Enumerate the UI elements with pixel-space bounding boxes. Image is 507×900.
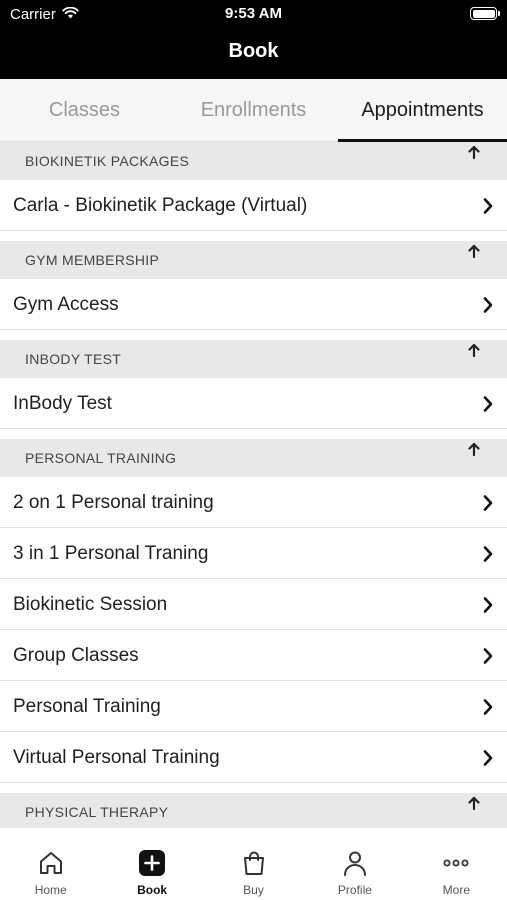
profile-icon <box>340 848 370 878</box>
list-item-label: InBody Test <box>13 393 112 414</box>
chevron-right-icon <box>483 648 493 664</box>
page-title: Book <box>228 40 279 62</box>
list-item[interactable]: Personal Training <box>0 681 507 732</box>
section-header-personal-training[interactable]: PERSONAL TRAINING <box>0 439 507 477</box>
section-header-physical-therapy[interactable]: PHYSICAL THERAPY <box>0 793 507 827</box>
tabbar-item-home[interactable]: Home <box>0 828 101 900</box>
tab-classes[interactable]: Classes <box>0 79 169 141</box>
collapse-arrow-icon[interactable] <box>465 440 483 458</box>
list-item-label: 3 in 1 Personal Traning <box>13 543 209 564</box>
list-item-label: Carla - Biokinetik Package (Virtual) <box>13 195 308 216</box>
section-title: BIOKINETIK PACKAGES <box>25 153 190 169</box>
tab-label: Appointments <box>361 98 484 121</box>
home-icon <box>36 848 66 878</box>
list-item[interactable]: Biokinetic Session <box>0 579 507 630</box>
list-item[interactable]: Gym Access <box>0 279 507 330</box>
tabbar-label: Home <box>34 883 67 897</box>
collapse-arrow-icon[interactable] <box>465 242 483 260</box>
chevron-right-icon <box>483 597 493 613</box>
tab-label: Enrollments <box>200 98 307 121</box>
section-title: INBODY TEST <box>25 351 122 367</box>
list-item-label: Virtual Personal Training <box>13 747 220 768</box>
list-item[interactable]: 3 in 1 Personal Traning <box>0 528 507 579</box>
section-title: PHYSICAL THERAPY <box>25 804 169 820</box>
chevron-right-icon <box>483 495 493 511</box>
bottom-tab-bar: Home Book Buy Profile More <box>0 827 507 900</box>
section-header-inbody-test[interactable]: INBODY TEST <box>0 340 507 378</box>
tabbar-item-book[interactable]: Book <box>101 828 202 900</box>
section-title: PERSONAL TRAINING <box>25 450 177 466</box>
status-time: 9:53 AM <box>225 5 282 22</box>
list-item-label: Gym Access <box>13 294 119 315</box>
collapse-arrow-icon[interactable] <box>465 341 483 359</box>
tabbar-label: Buy <box>243 883 264 897</box>
battery-icon <box>470 7 500 20</box>
list-item-label: Group Classes <box>13 645 139 666</box>
book-plus-icon <box>137 848 167 878</box>
chevron-right-icon <box>483 750 493 766</box>
status-bar: Carrier 9:53 AM <box>0 0 507 28</box>
chevron-right-icon <box>483 699 493 715</box>
list-item[interactable]: InBody Test <box>0 378 507 429</box>
list-item[interactable]: Carla - Biokinetik Package (Virtual) <box>0 180 507 231</box>
section-header-gym-membership[interactable]: GYM MEMBERSHIP <box>0 241 507 279</box>
booking-tabs: Classes Enrollments Appointments <box>0 79 507 142</box>
shopping-bag-icon <box>239 848 269 878</box>
collapse-arrow-icon[interactable] <box>465 143 483 161</box>
list-item[interactable]: Group Classes <box>0 630 507 681</box>
tab-appointments[interactable]: Appointments <box>338 79 507 142</box>
list-item-label: Biokinetic Session <box>13 594 168 615</box>
chevron-right-icon <box>483 198 493 214</box>
list-item-label: Personal Training <box>13 696 161 717</box>
tabbar-item-more[interactable]: More <box>406 828 507 900</box>
tab-label: Classes <box>48 98 121 121</box>
chevron-right-icon <box>483 546 493 562</box>
chevron-right-icon <box>483 297 493 313</box>
appointment-list[interactable]: BIOKINETIK PACKAGES Carla - Biokinetik P… <box>0 142 507 827</box>
tabbar-item-profile[interactable]: Profile <box>304 828 405 900</box>
section-title: GYM MEMBERSHIP <box>25 252 160 268</box>
tabbar-item-buy[interactable]: Buy <box>203 828 304 900</box>
more-dots-icon <box>441 848 471 878</box>
top-bar: Carrier 9:53 AM Book <box>0 0 507 79</box>
list-item[interactable]: Virtual Personal Training <box>0 732 507 783</box>
chevron-right-icon <box>483 396 493 412</box>
list-item[interactable]: 2 on 1 Personal training <box>0 477 507 528</box>
tabbar-label: Profile <box>337 883 372 897</box>
collapse-arrow-icon[interactable] <box>465 794 483 812</box>
section-header-biokinetik-packages[interactable]: BIOKINETIK PACKAGES <box>0 142 507 180</box>
list-item-label: 2 on 1 Personal training <box>13 492 214 513</box>
tab-enrollments[interactable]: Enrollments <box>169 79 338 141</box>
tabbar-label: More <box>442 883 470 897</box>
tabbar-label: Book <box>137 883 168 897</box>
